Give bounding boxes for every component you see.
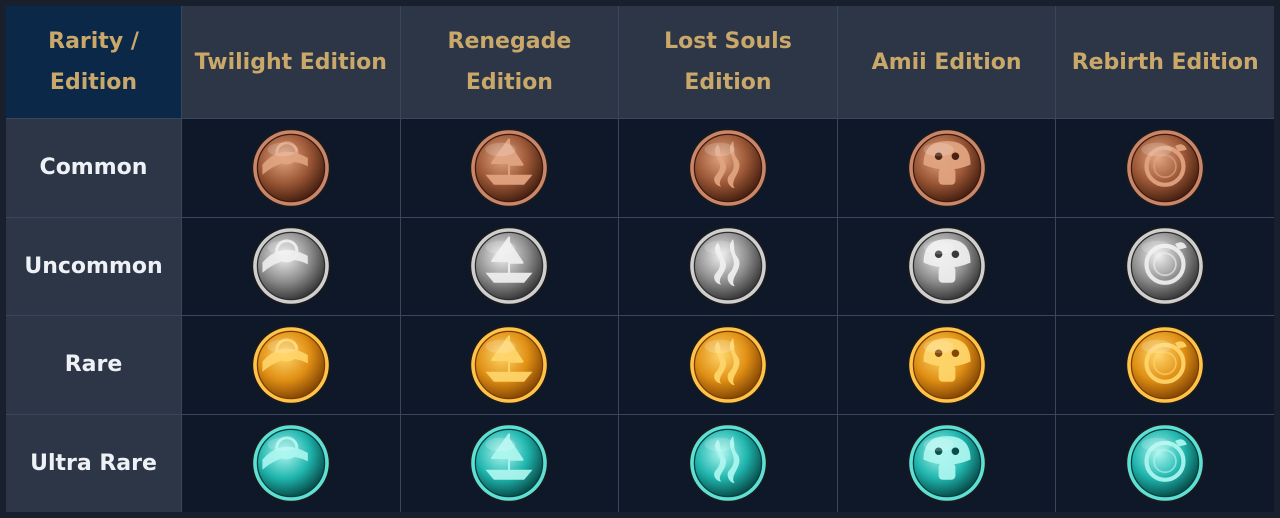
- rarity-label: Ultra Rare: [30, 450, 157, 476]
- rarity-row-header: Uncommon: [6, 217, 181, 315]
- rarity-label: Rare: [64, 352, 123, 378]
- flame-wisp-icon: [686, 323, 770, 407]
- emblem-cell: [1056, 316, 1274, 414]
- emblem-cell: [837, 316, 1056, 414]
- rarity-label: Common: [39, 155, 148, 181]
- emblem-cell: [182, 217, 400, 315]
- edition-header-label: Amii Edition: [871, 49, 1022, 75]
- emblem-cell: [1056, 119, 1274, 217]
- emblem-cell: [837, 119, 1056, 217]
- emblem-cell: [182, 316, 400, 414]
- emblem-cell: [182, 119, 400, 217]
- edition-header-amii: Amii Edition: [837, 6, 1056, 118]
- mushroom-icon: [905, 126, 989, 210]
- flame-wisp-icon: [686, 126, 770, 210]
- rarity-label: Uncommon: [24, 253, 163, 279]
- emblem-cell: [400, 414, 619, 512]
- edition-header-label: Lost Souls Edition: [664, 29, 792, 95]
- emblem-cell: [400, 217, 619, 315]
- edition-header-label: Twilight Edition: [194, 49, 387, 75]
- edition-header-lost-souls: Lost Souls Edition: [619, 6, 837, 118]
- edition-header-label: Rebirth Edition: [1071, 49, 1259, 75]
- ship-icon: [467, 323, 551, 407]
- emblem-cell: [619, 414, 837, 512]
- corner-header-label: Rarity / Edition: [48, 29, 139, 95]
- mushroom-icon: [905, 421, 989, 505]
- emblem-cell: [619, 217, 837, 315]
- serpent-ring-icon: [1123, 421, 1207, 505]
- eclipse-icon: [249, 323, 333, 407]
- edition-header-renegade: Renegade Edition: [400, 6, 619, 118]
- rarity-row-header: Rare: [6, 316, 181, 414]
- eclipse-icon: [249, 224, 333, 308]
- ship-icon: [467, 126, 551, 210]
- emblem-cell: [182, 414, 400, 512]
- rarity-row-header: Ultra Rare: [6, 414, 181, 512]
- mushroom-icon: [905, 323, 989, 407]
- edition-header-twilight: Twilight Edition: [182, 6, 400, 118]
- serpent-ring-icon: [1123, 323, 1207, 407]
- mushroom-icon: [905, 224, 989, 308]
- edition-rarity-table: Rarity / Edition Twilight Edition Renega…: [6, 6, 1274, 512]
- ship-icon: [467, 421, 551, 505]
- serpent-ring-icon: [1123, 224, 1207, 308]
- flame-wisp-icon: [686, 421, 770, 505]
- emblem-cell: [400, 119, 619, 217]
- edition-header-rebirth: Rebirth Edition: [1056, 6, 1274, 118]
- emblem-cell: [837, 217, 1056, 315]
- eclipse-icon: [249, 126, 333, 210]
- emblem-cell: [619, 119, 837, 217]
- emblem-cell: [1056, 414, 1274, 512]
- emblem-cell: [837, 414, 1056, 512]
- corner-header-cell: Rarity / Edition: [6, 6, 181, 118]
- edition-header-label: Renegade Edition: [447, 29, 572, 95]
- ship-icon: [467, 224, 551, 308]
- emblem-cell: [619, 316, 837, 414]
- flame-wisp-icon: [686, 224, 770, 308]
- rarity-row-header: Common: [6, 119, 181, 217]
- serpent-ring-icon: [1123, 126, 1207, 210]
- emblem-cell: [1056, 217, 1274, 315]
- eclipse-icon: [249, 421, 333, 505]
- emblem-cell: [400, 316, 619, 414]
